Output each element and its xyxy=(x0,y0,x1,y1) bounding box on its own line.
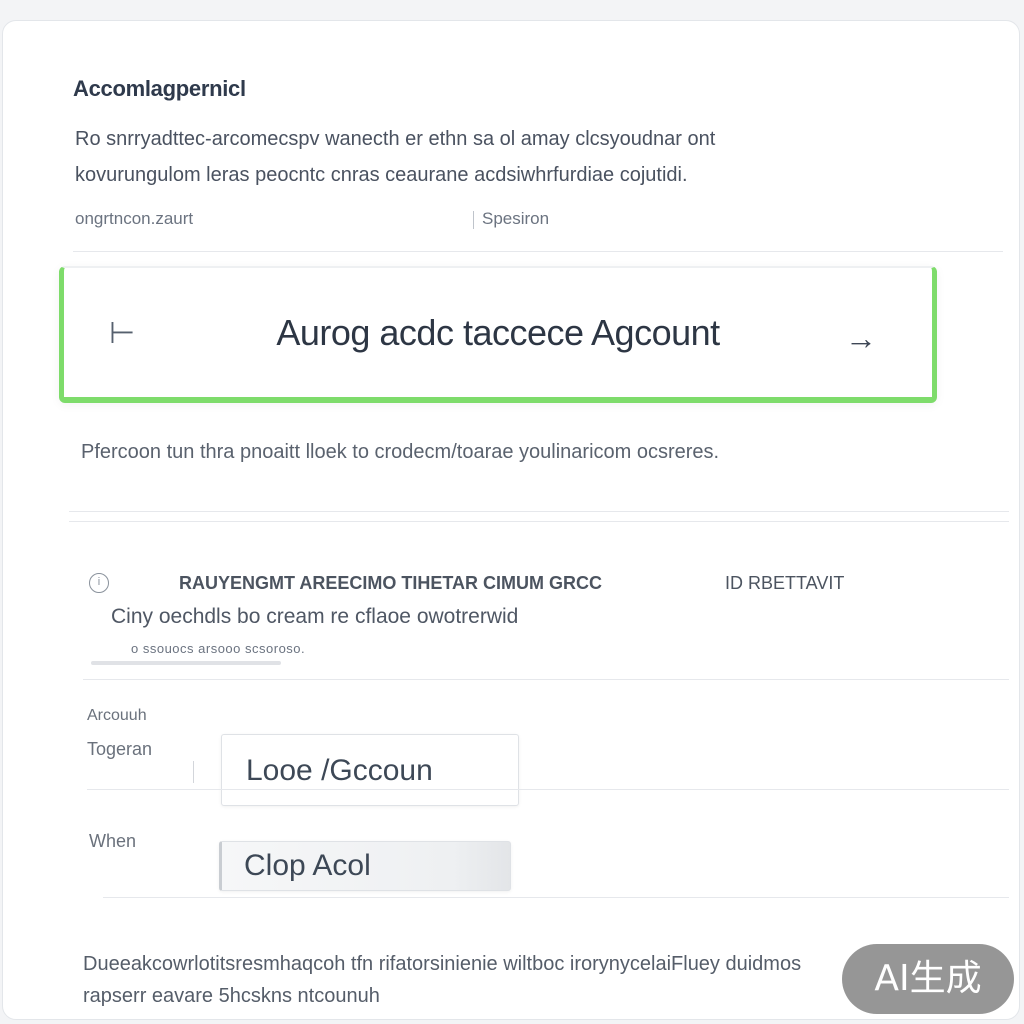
notice-link-underline xyxy=(91,661,281,665)
divider xyxy=(83,679,1009,680)
arrow-right-icon[interactable]: → xyxy=(845,320,877,357)
account-card: Accomlagpernicl Ro snrryadttec-arcomecsp… xyxy=(2,20,1020,1020)
notice-body: Ciny oechdls bo cream re cflaoe owotrerw… xyxy=(111,605,519,628)
meta-right: Spesiron xyxy=(473,209,549,229)
info-icon: i xyxy=(89,573,109,593)
ai-generated-badge: AI生成 xyxy=(842,944,1014,1014)
when-field-label: When xyxy=(89,831,137,851)
meta-left: ongrtncon.zaurt xyxy=(75,209,194,228)
divider xyxy=(69,511,1009,512)
notice-title: RAUYENGMT AREECIMO TIHETAR CIMUM GRCC xyxy=(179,573,602,593)
footer-line-1: Dueeakcowrlotitsresmhaqcoh tfn rifatorsi… xyxy=(83,953,802,975)
account-field-label: Togeran xyxy=(87,739,153,759)
notice-tag: ID RBETTAVIT xyxy=(725,573,845,593)
divider xyxy=(73,251,1003,252)
footer-line-2: rapserr eavare 5hcskns ntcounuh xyxy=(83,985,380,1007)
account-selector-button[interactable]: ⊢ Aurog acdc taccece Agcount → xyxy=(59,266,937,403)
field-separator xyxy=(193,761,194,783)
when-input[interactable]: Clop Acol xyxy=(219,841,511,891)
divider xyxy=(69,521,1009,522)
divider xyxy=(83,1019,1009,1020)
account-selector-label: Aurog acdc taccece Agcount xyxy=(276,312,720,353)
divider xyxy=(103,897,1009,898)
notice-link[interactable]: o ssouocs arsooo scsoroso. xyxy=(131,641,305,656)
description-line-1: Ro snrryadttec-arcomecspv wanecth er eth… xyxy=(75,128,716,150)
divider xyxy=(87,789,1009,790)
description-line-2: kovurungulom leras peocntc cnras ceauran… xyxy=(75,164,688,186)
account-field-caption: Arcouuh xyxy=(87,707,147,724)
account-input[interactable]: Looe /Gccoun xyxy=(221,734,519,806)
hint-text: Pfercoon tun thra pnoaitt lloek to crode… xyxy=(81,441,720,463)
page-title: Accomlagpernicl xyxy=(73,76,246,101)
